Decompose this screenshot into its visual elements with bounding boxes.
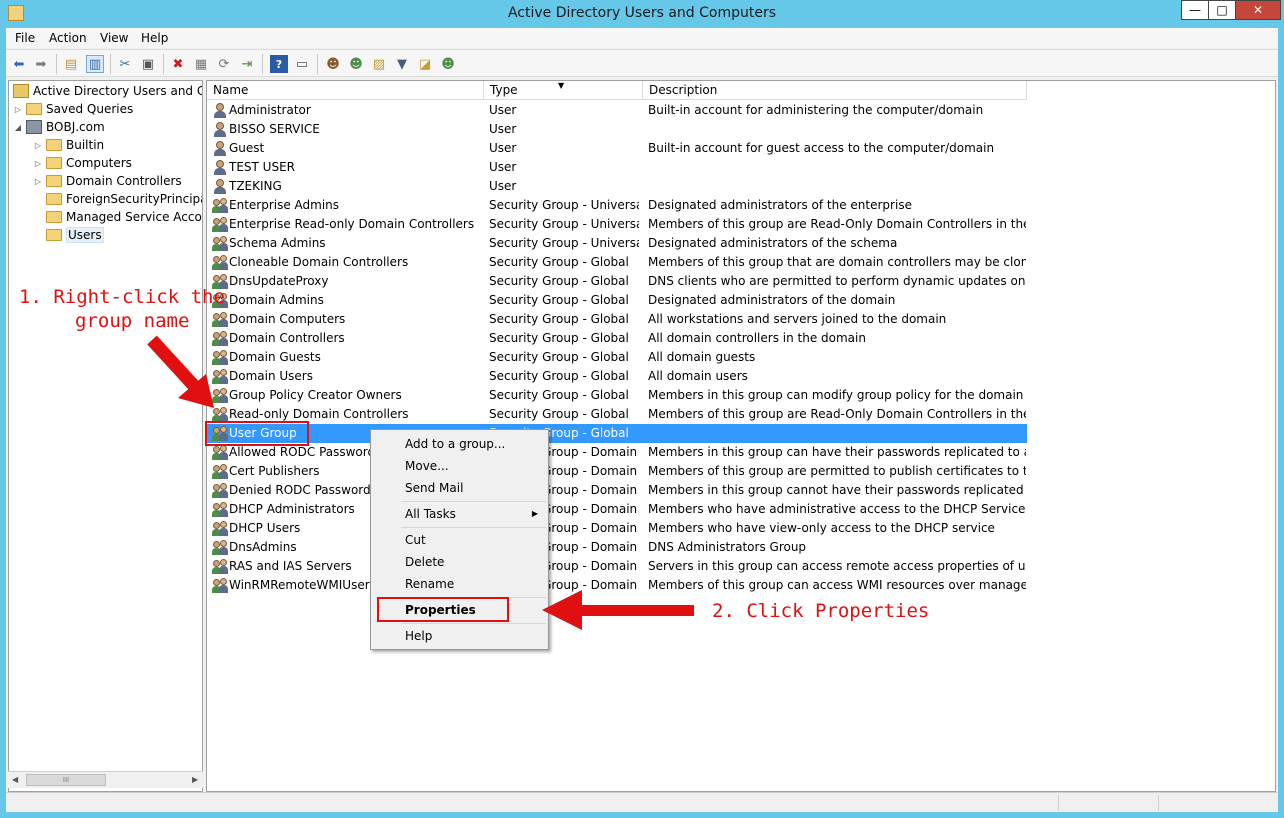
arrow-to-user-group xyxy=(147,335,214,408)
app-window: Active Directory Users and Computers — □… xyxy=(0,0,1284,818)
annotation-arrows xyxy=(147,335,694,630)
arrow-to-properties xyxy=(542,590,694,630)
